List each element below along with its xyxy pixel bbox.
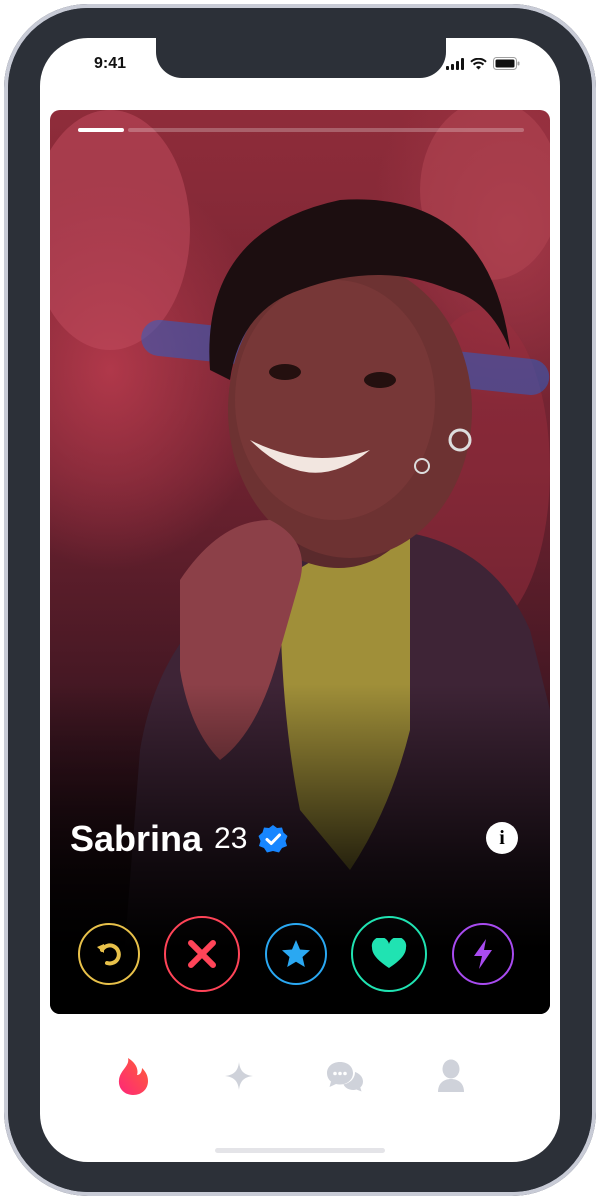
user-icon (438, 1059, 464, 1092)
tab-bar (40, 1048, 560, 1104)
rewind-button[interactable] (78, 923, 140, 985)
tab-explore[interactable] (211, 1048, 267, 1104)
boost-button[interactable] (452, 923, 514, 985)
nope-button[interactable] (164, 916, 240, 992)
sparkle-icon (225, 1062, 253, 1090)
flame-icon (118, 1058, 148, 1095)
close-icon (188, 940, 216, 968)
profile-header: Sabrina 23 (70, 818, 289, 860)
tab-profile[interactable] (423, 1048, 479, 1104)
signal-icon (446, 57, 464, 70)
info-icon[interactable]: i (486, 822, 518, 854)
wifi-icon (470, 57, 487, 69)
battery-icon (493, 57, 520, 70)
profile-card[interactable]: Sabrina 23 i (50, 110, 550, 1014)
action-bar (50, 916, 550, 992)
heart-icon (371, 938, 407, 968)
home-indicator (215, 1148, 385, 1153)
status-time: 9:41 (94, 55, 127, 72)
like-button[interactable] (351, 916, 427, 992)
status-icons (446, 57, 520, 70)
tab-messages[interactable] (317, 1048, 373, 1104)
phone-screen: 9:41 Sabrina 23 i (40, 38, 560, 1162)
lightning-icon (474, 939, 492, 969)
photo-progress-active (78, 128, 124, 132)
notch (156, 38, 446, 78)
rewind-icon (97, 943, 121, 966)
profile-age: 23 (214, 822, 248, 855)
chat-icon (327, 1062, 363, 1092)
verified-badge-icon (258, 825, 288, 853)
tab-discover[interactable] (105, 1048, 161, 1104)
star-icon (282, 940, 310, 967)
photo-progress-track (128, 128, 524, 132)
profile-name: Sabrina (70, 818, 203, 859)
super-like-button[interactable] (265, 923, 327, 985)
